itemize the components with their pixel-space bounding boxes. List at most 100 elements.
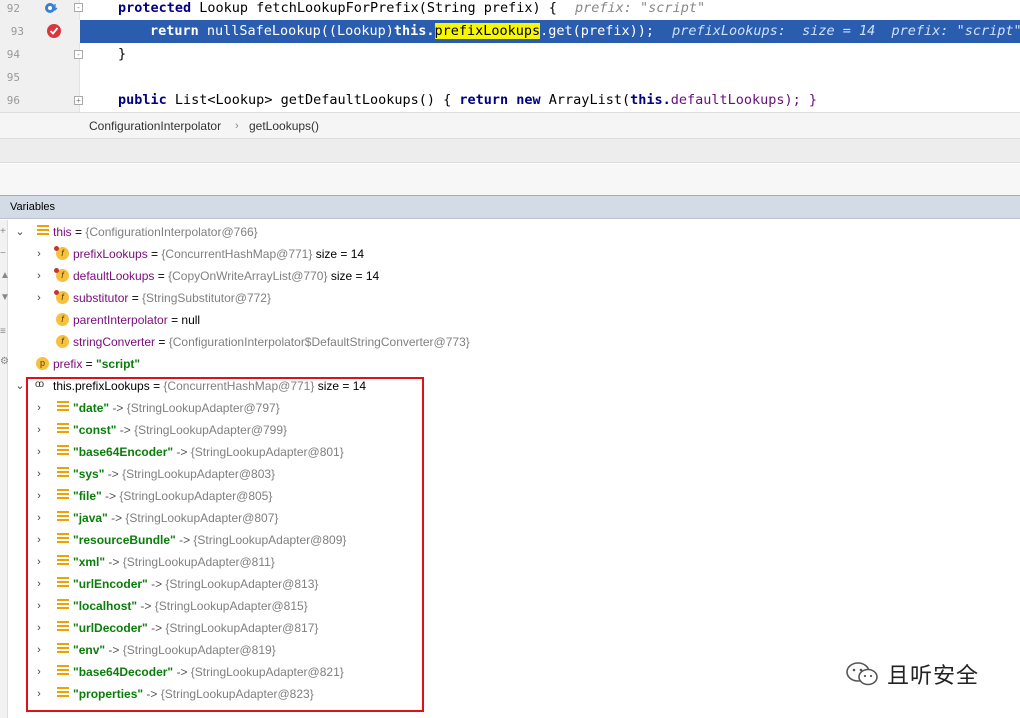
tree-row-watch[interactable]: ⌄ oo this.prefixLookups = {ConcurrentHas… <box>0 375 1000 397</box>
chevron-right-icon[interactable]: › <box>33 485 45 507</box>
entry-key: "const" <box>73 423 117 437</box>
line-number: 95 <box>6 71 20 84</box>
chevron-down-icon[interactable]: ⌄ <box>14 375 26 397</box>
watch-icon: oo <box>35 379 44 390</box>
breadcrumb-separator: › <box>235 120 239 132</box>
debug-area <box>0 164 1020 195</box>
map-entry-row[interactable]: › "java" -> {StringLookupAdapter@807} <box>0 507 1000 529</box>
private-lock-icon <box>54 290 59 295</box>
chevron-right-icon[interactable]: › <box>33 683 45 705</box>
chevron-right-icon[interactable]: › <box>33 617 45 639</box>
map-entry-row[interactable]: › "file" -> {StringLookupAdapter@805} <box>0 485 1000 507</box>
entry-value: {StringLookupAdapter@811} <box>122 555 275 569</box>
fold-icon[interactable]: - <box>74 3 83 12</box>
row-text: prefixLookups = {ConcurrentHashMap@771} … <box>73 247 365 261</box>
row-text: "file" -> {StringLookupAdapter@805} <box>73 485 272 507</box>
variables-panel-title: Variables <box>10 201 56 213</box>
map-entry-icon <box>57 445 69 456</box>
entry-arrow: -> <box>147 621 166 635</box>
row-text: prefix = "script" <box>53 357 141 371</box>
map-entry-icon <box>57 511 69 522</box>
tree-row-field[interactable]: f parentInterpolator = null <box>0 309 1000 331</box>
code-line-94[interactable]: 94 - } <box>0 43 1020 66</box>
map-entry-row[interactable]: › "urlEncoder" -> {StringLookupAdapter@81… <box>0 573 1000 595</box>
chevron-right-icon[interactable]: › <box>33 265 45 287</box>
tree-row-field[interactable]: f stringConverter = {ConfigurationInterp… <box>0 331 1000 353</box>
chevron-right-icon[interactable]: › <box>33 595 45 617</box>
chevron-right-icon[interactable]: › <box>33 529 45 551</box>
chevron-right-icon[interactable]: › <box>33 463 45 485</box>
chevron-right-icon[interactable]: › <box>33 551 45 573</box>
chevron-right-icon[interactable]: › <box>33 397 45 419</box>
code-line-95[interactable]: 95 <box>0 66 1020 89</box>
code-line-93-current[interactable]: 93 93 return nullSafeLookup((Lookup)this… <box>0 20 1020 43</box>
entry-key: "sys" <box>73 467 105 481</box>
map-entry-row[interactable]: › "xml" -> {StringLookupAdapter@811} <box>0 551 1000 573</box>
fold-icon[interactable]: + <box>74 96 83 105</box>
map-entry-row[interactable]: › "resourceBundle" -> {StringLookupAdapte… <box>0 529 1000 551</box>
tree-row-field[interactable]: › f substitutor = {StringSubstitutor@772… <box>0 287 1000 309</box>
entry-key: "env" <box>73 643 106 657</box>
code-line-96[interactable]: 96 + public List<Lookup> getDefaultLooku… <box>0 89 1020 112</box>
chevron-right-icon[interactable]: › <box>33 441 45 463</box>
row-text: "sys" -> {StringLookupAdapter@803} <box>73 463 275 485</box>
map-entry-icon <box>57 577 69 588</box>
code-line-92[interactable]: 92 - protected Lookup fetchLookupForPref… <box>0 0 1020 20</box>
entry-arrow: -> <box>107 511 126 525</box>
row-text: "env" -> {StringLookupAdapter@819} <box>73 639 276 661</box>
breadcrumb-method[interactable]: getLookups() <box>249 113 319 139</box>
entry-arrow: -> <box>143 687 161 701</box>
entry-value: {StringLookupAdapter@799} <box>134 423 288 437</box>
map-entry-row[interactable]: › "sys" -> {StringLookupAdapter@803} <box>0 463 1000 485</box>
row-text: "xml" -> {StringLookupAdapter@811} <box>73 551 275 573</box>
entry-arrow: -> <box>173 665 191 679</box>
entry-arrow: -> <box>105 643 123 657</box>
tree-row-this[interactable]: ⌄ this = {ConfigurationInterpolator@766} <box>0 221 1000 243</box>
chevron-right-icon[interactable]: › <box>33 419 45 441</box>
chevron-right-icon[interactable]: › <box>33 639 45 661</box>
tree-row-field[interactable]: › f prefixLookups = {ConcurrentHashMap@7… <box>0 243 1000 265</box>
row-text: "localhost" -> {StringLookupAdapter@815} <box>73 595 308 617</box>
entry-key: "localhost" <box>73 599 138 613</box>
line-number: 92 <box>6 2 20 15</box>
breadcrumb-class[interactable]: ConfigurationInterpolator <box>89 113 221 139</box>
breakpoint-icon[interactable] <box>46 23 61 38</box>
entry-arrow: -> <box>173 445 191 459</box>
code-text: protected Lookup fetchLookupForPrefix(St… <box>118 0 706 16</box>
map-entry-row[interactable]: › "urlDecoder" -> {StringLookupAdapter@81… <box>0 617 1000 639</box>
row-text: this = {ConfigurationInterpolator@766} <box>53 225 258 239</box>
code-editor[interactable]: 92 - protected Lookup fetchLookupForPref… <box>0 0 1020 112</box>
chevron-right-icon[interactable]: › <box>33 287 45 309</box>
entry-arrow: -> <box>104 467 123 481</box>
entry-key: "java" <box>73 511 108 525</box>
row-text: parentInterpolator = null <box>73 313 201 327</box>
entry-arrow: -> <box>109 401 127 415</box>
map-entry-row[interactable]: › "base64Encoder" -> {StringLookupAdapter… <box>0 441 1000 463</box>
entry-arrow: -> <box>105 555 123 569</box>
chevron-right-icon[interactable]: › <box>33 661 45 683</box>
method-breakpoint-icon[interactable] <box>44 1 58 15</box>
map-entry-icon <box>57 687 69 698</box>
map-entry-row[interactable]: › "const" -> {StringLookupAdapter@799} <box>0 419 1000 441</box>
entry-key: "file" <box>73 489 102 503</box>
entry-value: {StringLookupAdapter@815} <box>154 599 308 613</box>
chevron-down-icon[interactable]: ⌄ <box>14 221 26 243</box>
entry-value: {StringLookupAdapter@813} <box>165 577 319 591</box>
map-entry-row[interactable]: › "localhost" -> {StringLookupAdapter@815… <box>0 595 1000 617</box>
chevron-right-icon[interactable]: › <box>33 507 45 529</box>
chevron-right-icon[interactable]: › <box>33 243 45 265</box>
fold-icon[interactable]: - <box>74 50 83 59</box>
row-text: "base64Encoder" -> {StringLookupAdapter@… <box>73 441 344 463</box>
entry-arrow: -> <box>116 423 135 437</box>
tree-row-field[interactable]: › f defaultLookups = {CopyOnWriteArrayLi… <box>0 265 1000 287</box>
code-text: public List<Lookup> getDefaultLookups() … <box>118 92 818 108</box>
private-lock-icon <box>54 246 59 251</box>
row-text: "java" -> {StringLookupAdapter@807} <box>73 507 278 529</box>
debug-toolbar <box>0 139 1020 163</box>
chevron-right-icon[interactable]: › <box>33 573 45 595</box>
tree-row-parameter[interactable]: p prefix = "script" <box>0 353 1000 375</box>
variables-panel-header: Variables <box>0 195 1020 219</box>
entry-key: "base64Encoder" <box>73 445 174 459</box>
row-text: stringConverter = {ConfigurationInterpol… <box>73 335 470 349</box>
map-entry-row[interactable]: › "date" -> {StringLookupAdapter@797} <box>0 397 1000 419</box>
